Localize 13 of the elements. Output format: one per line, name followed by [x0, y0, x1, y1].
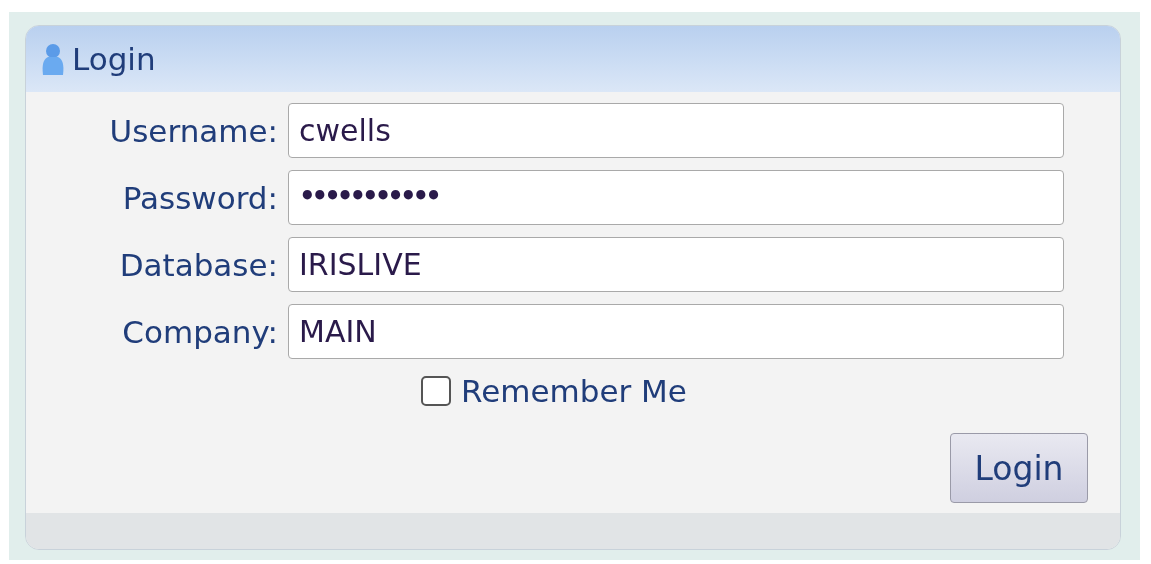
input-field[interactable]: •••••••••••	[288, 170, 1064, 225]
remember-label: Remember Me	[461, 373, 687, 409]
field-label: Company:	[121, 313, 278, 350]
panel-title: Login	[72, 41, 156, 77]
user-icon	[40, 42, 66, 76]
field-label: Password:	[121, 179, 278, 216]
field-label: Username:	[108, 112, 278, 149]
field-label: Database:	[118, 246, 278, 283]
remember-checkbox[interactable]	[421, 376, 452, 406]
input-field[interactable]: MAIN	[288, 304, 1064, 359]
input-field[interactable]: cwells	[288, 103, 1064, 158]
login-button[interactable]: Login	[950, 433, 1088, 503]
input-field[interactable]: IRISLIVE	[288, 237, 1064, 292]
